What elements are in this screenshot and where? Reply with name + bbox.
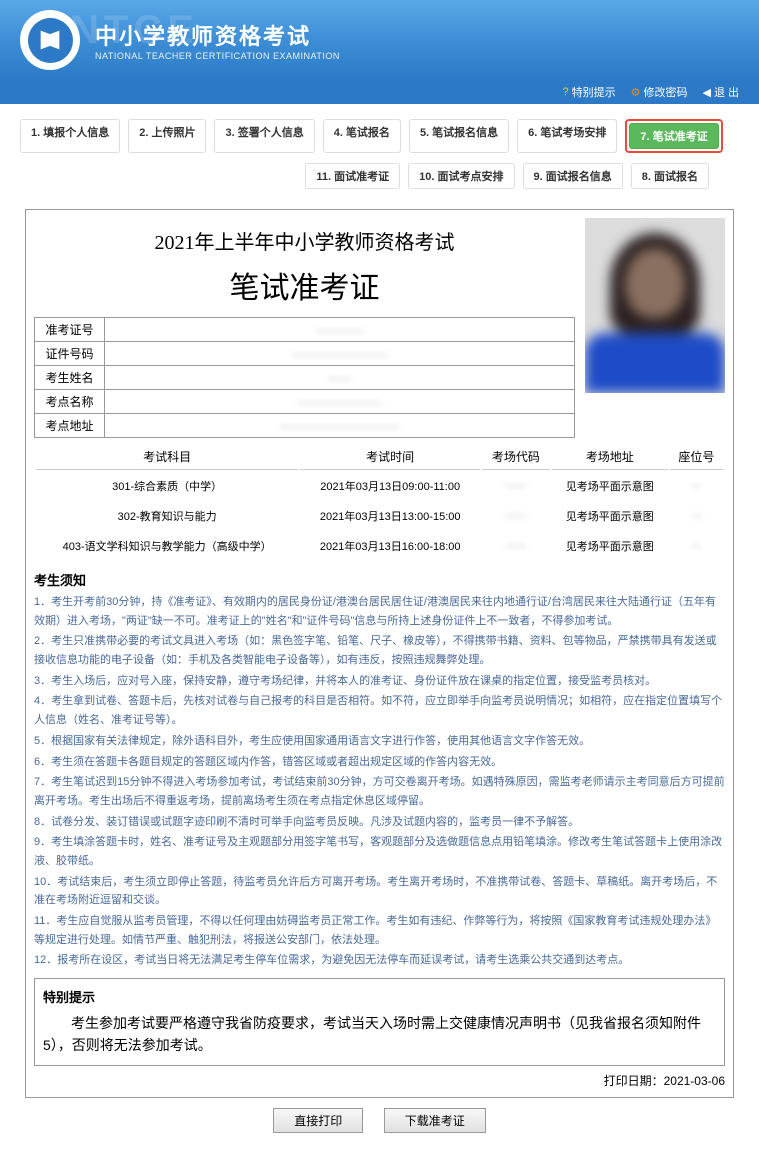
- info-table: 准考证号————证件号码————————考生姓名——考点名称———————考点地…: [34, 317, 575, 438]
- info-label: 考生姓名: [35, 366, 105, 390]
- col-header: 考场代码: [482, 444, 550, 470]
- info-label: 证件号码: [35, 342, 105, 366]
- notice-item: 6．考生须在答题卡各题目规定的答题区域内作答，错答区域或者超出规定区域的作答内容…: [34, 753, 725, 772]
- question-icon: ?: [562, 86, 568, 98]
- download-button[interactable]: 下载准考证: [384, 1108, 486, 1133]
- page-header: NTCE 中小学教师资格考试 NATIONAL TEACHER CERTIFIC…: [0, 0, 759, 80]
- nav-step[interactable]: 6. 笔试考场安排: [517, 119, 617, 153]
- special-title: 特别提示: [43, 987, 716, 1006]
- notice-item: 1．考生开考前30分钟，持《准考证》、有效期内的居民身份证/港澳台居民居住证/港…: [34, 593, 725, 630]
- table-row: 301-综合素质（中学）2021年03月13日09:00-11:00——见考场平…: [36, 472, 723, 500]
- info-label: 考点地址: [35, 414, 105, 438]
- nav-step[interactable]: 10. 面试考点安排: [408, 163, 514, 189]
- gear-icon: ⚙: [631, 86, 641, 99]
- nav-step[interactable]: 8. 面试报名: [631, 163, 709, 189]
- nav-step[interactable]: 11. 面试准考证: [305, 163, 400, 189]
- nav-step[interactable]: 7. 笔试准考证: [629, 123, 718, 149]
- special-text: 考生参加考试要严格遵守我省防疫要求，考试当天入场时需上交健康情况声明书（见我省报…: [43, 1012, 716, 1057]
- content: 2021年上半年中小学教师资格考试 笔试准考证 准考证号————证件号码————…: [0, 209, 759, 1153]
- subject-table: 考试科目考试时间考场代码考场地址座位号301-综合素质（中学）2021年03月1…: [34, 442, 725, 562]
- col-header: 考试科目: [36, 444, 298, 470]
- notice-item: 2．考生只准携带必要的考试文具进入考场（如：黑色签字笔、铅笔、尺子、橡皮等），不…: [34, 632, 725, 669]
- notice-item: 7．考生笔试迟到15分钟不得进入考场参加考试，考试结束前30分钟，方可交卷离开考…: [34, 773, 725, 810]
- col-header: 考场地址: [552, 444, 668, 470]
- book-icon: [36, 26, 64, 54]
- notice-item: 11．考生应自觉服从监考员管理，不得以任何理由妨碍监考员正常工作。考生如有违纪、…: [34, 912, 725, 949]
- info-value: ————————: [105, 342, 575, 366]
- nav-step[interactable]: 1. 填报个人信息: [20, 119, 120, 153]
- nav-step[interactable]: 2. 上传照片: [128, 119, 206, 153]
- nav-step[interactable]: 9. 面试报名信息: [523, 163, 623, 189]
- nav-step[interactable]: 4. 笔试报名: [323, 119, 401, 153]
- table-row: 403-语文学科知识与教学能力（高级中学）2021年03月13日16:00-18…: [36, 532, 723, 560]
- nav-steps: 1. 填报个人信息2. 上传照片3. 签署个人信息 4. 笔试报名5. 笔试报名信…: [0, 104, 759, 209]
- info-value: ——: [105, 366, 575, 390]
- candidate-photo: [585, 218, 725, 393]
- info-label: 考点名称: [35, 390, 105, 414]
- print-button[interactable]: 直接打印: [273, 1108, 363, 1133]
- special-notice-link[interactable]: ?特别提示: [562, 84, 615, 100]
- ticket-title-1: 2021年上半年中小学教师资格考试: [34, 218, 575, 259]
- site-subtitle: NATIONAL TEACHER CERTIFICATION EXAMINATI…: [95, 51, 340, 61]
- info-value: ———————: [105, 390, 575, 414]
- notice-title: 考生须知: [34, 570, 725, 589]
- button-row: 直接打印 下载准考证: [25, 1108, 734, 1133]
- notice-item: 12．报考所在设区，考试当日将无法满足考生停车位需求，为避免因无法停车而延误考试…: [34, 951, 725, 970]
- watermark: NTCE: [70, 8, 199, 53]
- info-label: 准考证号: [35, 318, 105, 342]
- change-password-link[interactable]: ⚙修改密码: [631, 84, 688, 100]
- notice-item: 5．根据国家有关法律规定，除外语科目外，考生应使用国家通用语言文字进行作答，使用…: [34, 732, 725, 751]
- info-value: ——————————: [105, 414, 575, 438]
- info-value: ————: [105, 318, 575, 342]
- topbar: ?特别提示 ⚙修改密码 ◀退 出: [0, 80, 759, 104]
- ticket-box: 2021年上半年中小学教师资格考试 笔试准考证 准考证号————证件号码————…: [25, 209, 734, 1098]
- notice-item: 10．考试结束后，考生须立即停止答题，待监考员允许后方可离开考场。考生离开考场时…: [34, 873, 725, 910]
- notice-item: 3．考生入场后，应对号入座，保持安静，遵守考场纪律，并将本人的准考证、身份证件放…: [34, 672, 725, 691]
- table-row: 302-教育知识与能力2021年03月13日13:00-15:00——见考场平面…: [36, 502, 723, 530]
- nav-step[interactable]: 3. 签署个人信息: [214, 119, 314, 153]
- col-header: 座位号: [670, 444, 723, 470]
- exit-link[interactable]: ◀退 出: [702, 84, 739, 100]
- notice-item: 8．试卷分发、装订错误或试题字迹印刷不清时可举手向监考员反映。凡涉及试题内容的，…: [34, 813, 725, 832]
- arrow-icon: ◀: [702, 86, 710, 99]
- notice-item: 9．考生填涂答题卡时，姓名、准考证号及主观题部分用签字笔书写，客观题部分及选做题…: [34, 833, 725, 870]
- notice-item: 4．考生拿到试卷、答题卡后，先核对试卷与自己报考的科目是否相符。如不符，应立即举…: [34, 692, 725, 729]
- special-notice-box: 特别提示 考生参加考试要严格遵守我省防疫要求，考试当天入场时需上交健康情况声明书…: [34, 978, 725, 1066]
- nav-step[interactable]: 5. 笔试报名信息: [409, 119, 509, 153]
- ticket-title-2: 笔试准考证: [34, 259, 575, 317]
- notice-list: 1．考生开考前30分钟，持《准考证》、有效期内的居民身份证/港澳台居民居住证/港…: [34, 593, 725, 970]
- print-date: 打印日期：2021-03-06: [34, 1072, 725, 1089]
- col-header: 考试时间: [300, 444, 480, 470]
